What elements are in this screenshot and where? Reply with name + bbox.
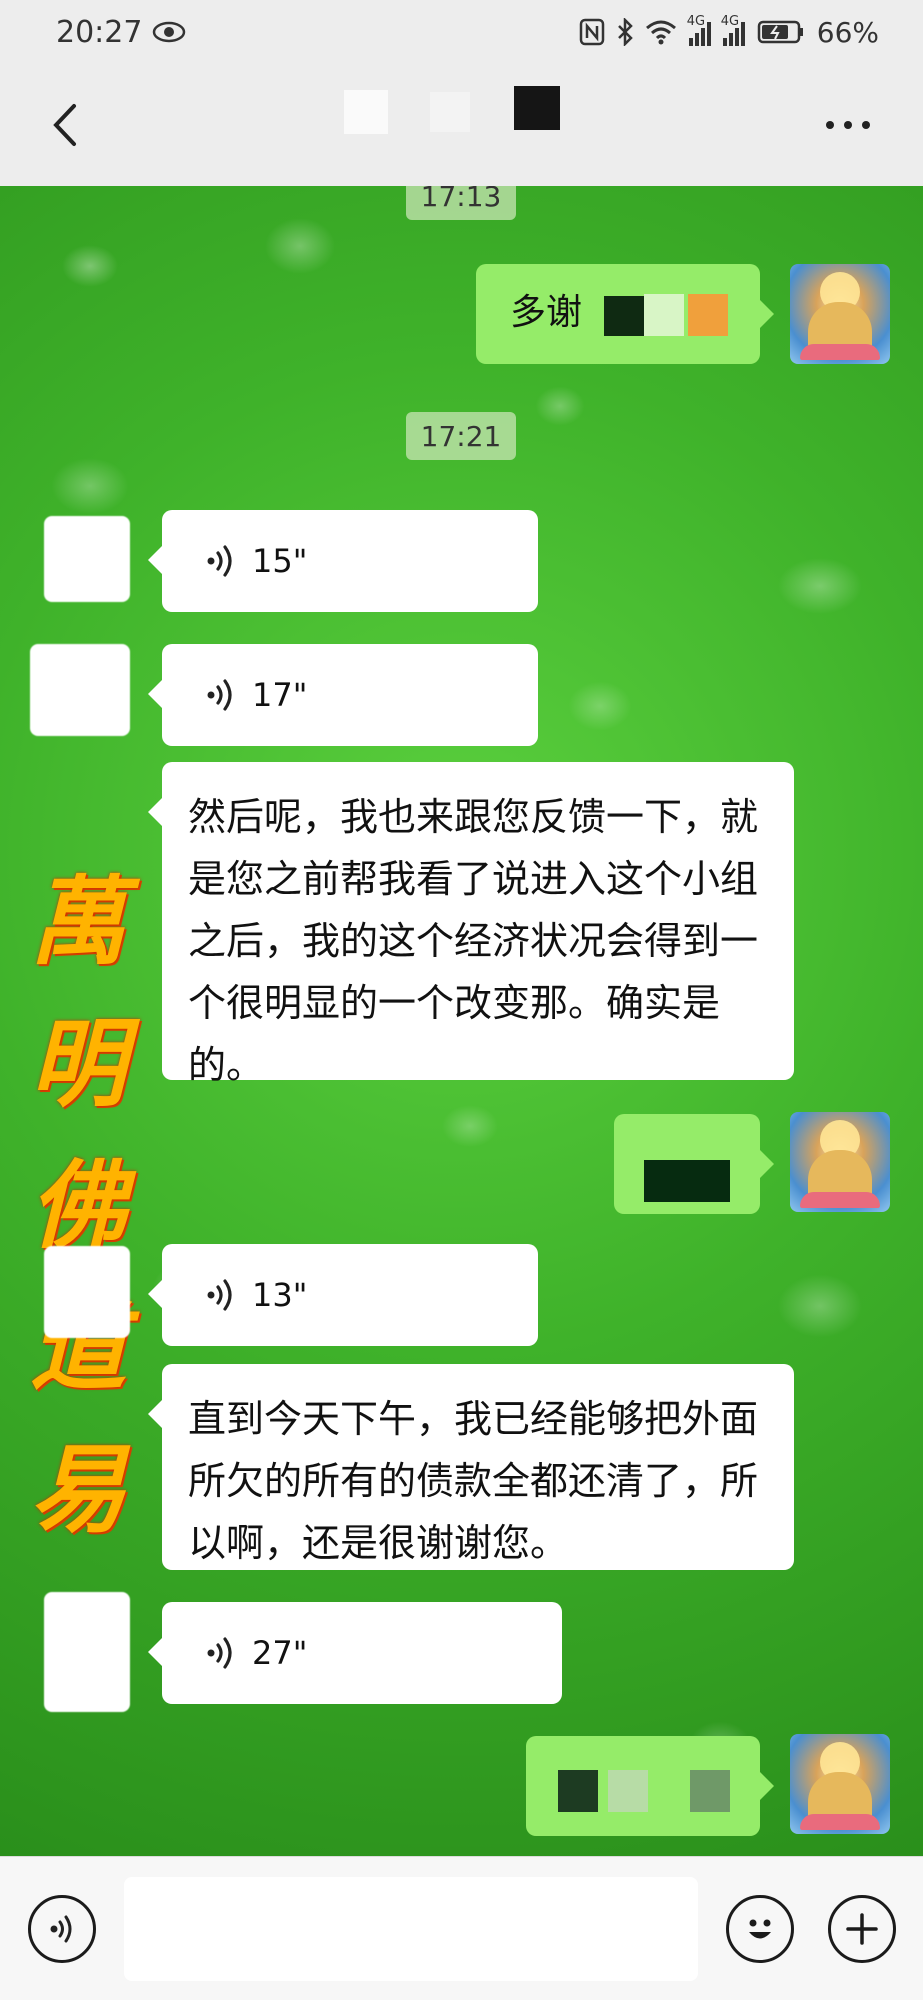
voice-message-bubble[interactable]: 17" <box>148 644 538 746</box>
voice-duration: 17" <box>252 676 308 714</box>
timestamp: 17:13 <box>406 186 516 220</box>
battery-percent: 66% <box>816 15 879 49</box>
nav-bar <box>0 64 923 186</box>
incoming-text-bubble[interactable]: 然后呢，我也来跟您反馈一下，就是您之前帮我看了说进入这个小组之后，我的这个经济状… <box>148 762 794 1087</box>
voice-wave-icon <box>207 545 232 577</box>
outgoing-text-bubble[interactable]: 多谢 <box>476 264 774 364</box>
emoji-button[interactable] <box>726 1895 794 1963</box>
more-dots-icon <box>826 121 870 129</box>
nfc-icon <box>579 18 605 46</box>
emoji-icon <box>749 1919 771 1939</box>
voice-toggle-icon <box>50 1915 72 1943</box>
voice-toggle-button[interactable] <box>28 1895 96 1963</box>
redacted-block <box>608 1770 648 1812</box>
chevron-left-icon <box>53 104 76 146</box>
contact-avatar[interactable] <box>44 516 130 602</box>
redacted-block <box>688 294 728 336</box>
timestamp-text: 17:21 <box>420 419 502 453</box>
bluetooth-icon <box>617 18 633 46</box>
add-button[interactable] <box>828 1895 896 1963</box>
redacted-block <box>644 1160 730 1202</box>
incoming-text-bubble[interactable]: 直到今天下午，我已经能够把外面所欠的所有的债款全都还清了，所以啊，还是很谢谢您。 <box>148 1364 794 1570</box>
voice-content: 13" <box>162 1244 538 1346</box>
redacted-block <box>690 1770 730 1812</box>
my-avatar[interactable] <box>790 1734 890 1834</box>
message-text: 直到今天下午，我已经能够把外面所欠的所有的债款全都还清了，所以啊，还是很谢谢您。 <box>188 1397 759 1565</box>
voice-message-bubble[interactable]: 27" <box>148 1602 562 1704</box>
redacted-block <box>514 86 560 130</box>
plus-icon <box>846 1913 878 1945</box>
voice-message-bubble[interactable]: 13" <box>148 1244 538 1346</box>
voice-wave-icon <box>207 1279 232 1311</box>
status-time: 20:27 <box>56 14 143 50</box>
message-text: 然后呢，我也来跟您反馈一下，就是您之前帮我看了说进入这个小组之后，我的这个经济状… <box>188 795 759 1087</box>
voice-duration: 13" <box>252 1276 308 1314</box>
contact-avatar[interactable] <box>44 1592 130 1712</box>
signal-1-icon: 4G <box>687 14 711 46</box>
voice-wave-icon <box>207 679 232 711</box>
voice-wave-icon <box>207 1637 232 1669</box>
network-type-2: 4G <box>720 14 740 29</box>
status-right: 4G 4G 66% <box>579 14 879 49</box>
input-bar <box>0 1856 923 2000</box>
outgoing-text-bubble[interactable] <box>614 1114 774 1214</box>
signal-2-icon: 4G <box>721 14 745 46</box>
redacted-block <box>430 92 470 132</box>
watermark-text: 萬 明 佛 道 易 <box>18 851 138 1561</box>
message-input[interactable] <box>124 1877 698 1981</box>
back-button[interactable] <box>40 95 90 155</box>
my-avatar[interactable] <box>790 1112 890 1212</box>
timestamp: 17:21 <box>406 412 516 460</box>
more-button[interactable] <box>813 100 883 150</box>
watermark-char: 萬 <box>30 865 126 978</box>
voice-duration: 27" <box>252 1634 308 1672</box>
redacted-block <box>558 1770 598 1812</box>
chat-title-redacted <box>340 86 570 146</box>
redacted-block <box>644 294 684 336</box>
outgoing-text-bubble[interactable] <box>526 1736 774 1836</box>
contact-avatar[interactable] <box>44 1246 130 1338</box>
message-text: 多谢 <box>510 292 583 333</box>
voice-message-bubble[interactable]: 15" <box>148 510 538 612</box>
voice-content: 15" <box>162 510 538 612</box>
wifi-icon <box>645 20 676 45</box>
status-left: 20:27 <box>56 15 186 50</box>
voice-content: 17" <box>162 644 538 746</box>
timestamp-text: 17:13 <box>420 186 502 213</box>
eye-icon <box>153 21 186 43</box>
my-avatar[interactable] <box>790 264 890 364</box>
redacted-block <box>344 90 388 134</box>
network-type-1: 4G <box>686 14 706 29</box>
redacted-block <box>604 296 644 336</box>
status-bar: 20:27 4G 4G 66% <box>0 0 923 64</box>
voice-content: 27" <box>162 1602 562 1704</box>
watermark-char: 易 <box>30 1433 126 1546</box>
contact-avatar[interactable] <box>30 644 130 736</box>
battery-icon <box>757 20 803 44</box>
watermark-char: 明 <box>30 1007 126 1120</box>
voice-duration: 15" <box>252 542 308 580</box>
chat-area[interactable]: 萬 明 佛 道 易 17:13 多谢 17:21 15" 17" 然后呢，我也来… <box>0 186 923 1856</box>
